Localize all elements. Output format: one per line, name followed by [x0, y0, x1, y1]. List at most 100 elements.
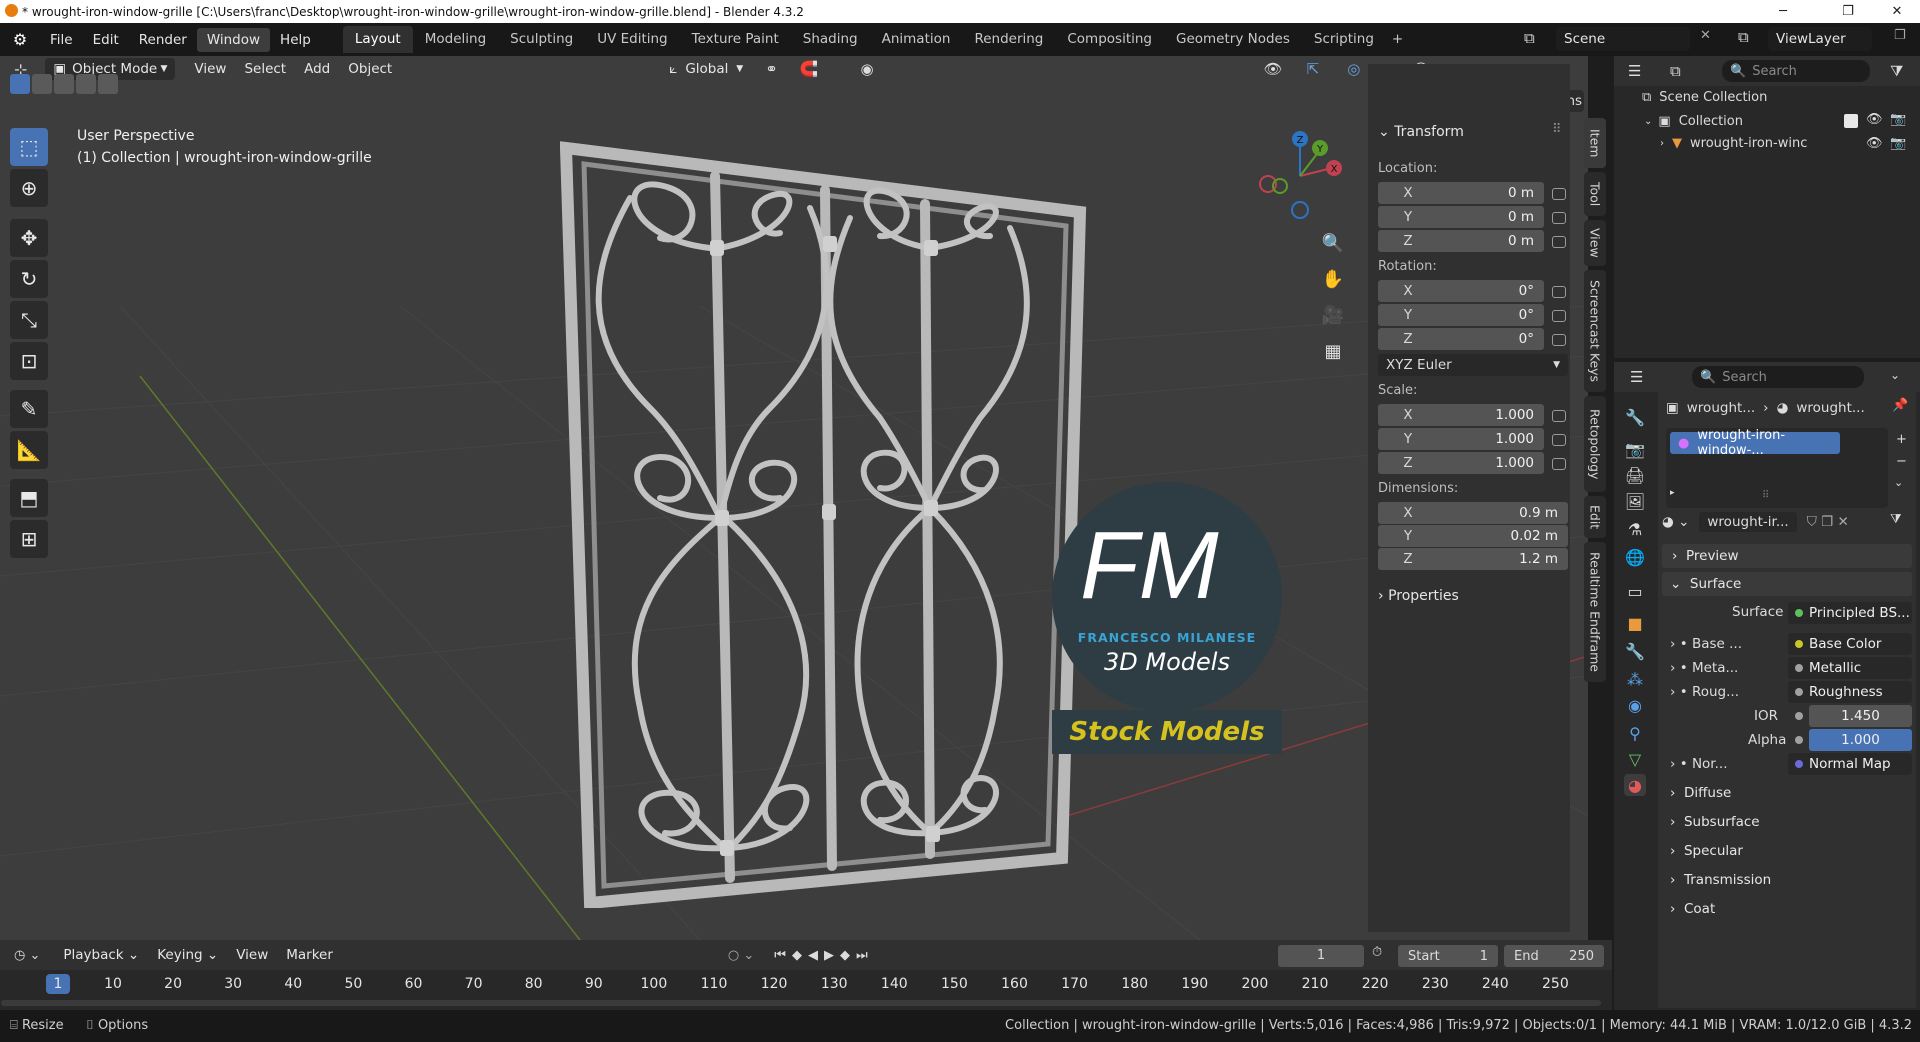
alpha-field[interactable]: 1.000 [1788, 729, 1912, 751]
roughness-row-label[interactable]: › • Roug... [1670, 684, 1739, 700]
timeline-scrollbar[interactable] [1, 1000, 1601, 1006]
timeline-view-menu[interactable]: View [227, 947, 277, 963]
properties-editor-icon[interactable]: ☰ [1630, 368, 1643, 386]
surface-section[interactable]: ⌄ Surface [1662, 572, 1912, 596]
wrought-iron-grille-model[interactable] [560, 88, 1090, 908]
pan-hand-icon[interactable]: ✋ [1320, 262, 1346, 298]
scene-properties-icon[interactable]: ⚗ [1624, 518, 1646, 540]
collection-checkbox[interactable] [1844, 114, 1858, 128]
timeline-editor-icon[interactable]: ◷ ⌄ [14, 948, 40, 963]
material-slot-item[interactable]: ● wrought-iron-window-... [1670, 428, 1840, 458]
scene-selector[interactable]: Scene [1556, 27, 1690, 51]
current-frame-field[interactable]: 1 [1278, 945, 1364, 967]
jump-end-icon[interactable]: ⏭ [856, 948, 868, 963]
tab-uv-editing[interactable]: UV Editing [585, 26, 679, 53]
scale-tool-icon[interactable]: ⤡ [10, 301, 48, 339]
menu-window[interactable]: Window [196, 27, 271, 52]
collection-render-icon[interactable]: 📷 [1890, 112, 1906, 127]
menu-file[interactable]: File [40, 28, 83, 52]
measure-tool-icon[interactable]: 📐 [10, 431, 48, 469]
display-mode-icon[interactable]: ⧉ [1670, 62, 1681, 80]
blender-icon[interactable]: ⚙ [0, 30, 40, 49]
material-link-icon[interactable]: ⧩ [1890, 512, 1902, 527]
metallic-field[interactable]: Metallic [1788, 657, 1912, 679]
zoom-icon[interactable]: 🔍 [1320, 226, 1346, 262]
dimensions-z-field[interactable]: Z 1.2 m [1378, 548, 1568, 570]
tab-edit[interactable]: Edit [1584, 496, 1606, 538]
ortho-grid-icon[interactable]: ▦ [1320, 334, 1346, 370]
tab-layout[interactable]: Layout [342, 26, 413, 53]
location-y-field[interactable]: Y0 m [1378, 206, 1544, 228]
world-properties-icon[interactable]: 🌐 [1624, 546, 1646, 568]
rotation-x-field[interactable]: X 0° [1378, 280, 1544, 302]
3d-viewport[interactable]: FM FRANCESCO MILANESE 3D Models Stock Mo… [0, 56, 1588, 940]
properties-panel-header[interactable]: › Properties [1378, 588, 1459, 604]
tab-item[interactable]: Item [1584, 118, 1606, 168]
scene-collection-row[interactable]: ⧉ Scene Collection [1642, 90, 1767, 105]
tab-retopology[interactable]: Retopology [1584, 396, 1606, 492]
dimensions-y-field[interactable]: Y 0.02 m [1378, 525, 1568, 547]
constraints-properties-icon[interactable]: ⚲ [1624, 722, 1646, 744]
close-button[interactable]: ✕ [1874, 0, 1920, 23]
lock-icon[interactable] [1552, 458, 1566, 470]
render-properties-icon[interactable]: 📷 [1624, 438, 1646, 460]
normal-map-field[interactable]: Normal Map [1788, 753, 1912, 775]
list-resize-handle-icon[interactable]: ⠿ [1762, 490, 1769, 501]
diffuse-section[interactable]: › Diffuse [1670, 785, 1731, 801]
add-slot-icon[interactable]: + [1896, 432, 1907, 447]
object-row[interactable]: › ▼ wrought-iron-winc [1660, 136, 1807, 151]
tab-scripting[interactable]: Scripting [1302, 26, 1386, 53]
coat-section[interactable]: › Coat [1670, 901, 1715, 917]
tab-geometry-nodes[interactable]: Geometry Nodes [1164, 26, 1302, 53]
viewport-menu-object[interactable]: Object [339, 61, 401, 77]
rotate-tool-icon[interactable]: ↻ [10, 260, 48, 298]
tab-view[interactable]: View [1584, 220, 1606, 266]
tab-sculpting[interactable]: Sculpting [498, 26, 585, 53]
collection-row[interactable]: ⌄ ▣ Collection [1644, 114, 1743, 129]
viewport-menu-select[interactable]: Select [235, 61, 295, 77]
menu-edit[interactable]: Edit [83, 28, 129, 52]
scene-close-icon[interactable]: ✕ [1700, 28, 1711, 43]
location-z-field[interactable]: Z0 m [1378, 230, 1544, 252]
overlay-toggle-icon[interactable]: ◎ [1347, 60, 1360, 78]
physics-properties-icon[interactable]: ◉ [1624, 694, 1646, 716]
subsurface-section[interactable]: › Subsurface [1670, 814, 1760, 830]
minimize-button[interactable]: ─ [1760, 0, 1806, 23]
tab-tool[interactable]: Tool [1584, 172, 1606, 216]
auto-key-icon[interactable]: ○ ⌄ [728, 948, 754, 963]
lock-icon[interactable] [1552, 188, 1566, 200]
transmission-section[interactable]: › Transmission [1670, 872, 1771, 888]
collection-properties-icon[interactable]: ▭ [1624, 580, 1646, 602]
scale-z-field[interactable]: Z 1.000 [1378, 452, 1544, 474]
add-object-tool-icon[interactable]: ⊞ [10, 520, 48, 558]
rotation-y-field[interactable]: Y 0° [1378, 304, 1544, 326]
viewlayer-selector[interactable]: ViewLayer [1768, 27, 1872, 51]
jump-start-icon[interactable]: ⏮ [774, 948, 786, 963]
material-selector[interactable]: ◕ ⌄ wrought-ir... ⛉ ❐ ✕ [1662, 512, 1849, 532]
tab-shading[interactable]: Shading [791, 26, 870, 53]
output-properties-icon[interactable]: 🖨 [1624, 464, 1646, 486]
collection-visibility-icon[interactable]: 👁 [1866, 112, 1883, 127]
camera-view-icon[interactable]: 🎥 [1320, 298, 1346, 334]
add-workspace-button[interactable]: + [1386, 26, 1409, 53]
tab-compositing[interactable]: Compositing [1055, 26, 1164, 53]
select-intersect-icon[interactable] [98, 74, 118, 94]
scale-y-field[interactable]: Y 1.000 [1378, 428, 1544, 450]
play-reverse-icon[interactable]: ◀ [808, 948, 818, 963]
play-icon[interactable]: ▶ [824, 948, 834, 963]
object-render-icon[interactable]: 📷 [1890, 136, 1906, 151]
rotation-mode-dropdown[interactable]: XYZ Euler ▼ [1378, 354, 1568, 376]
tab-animation[interactable]: Animation [870, 26, 963, 53]
select-subtract-icon[interactable] [54, 74, 74, 94]
lock-icon[interactable] [1552, 410, 1566, 422]
transform-panel-header[interactable]: ⌄ Transform [1378, 124, 1464, 140]
gizmo-toggle-icon[interactable]: ⇱ [1307, 60, 1320, 78]
metallic-row-label[interactable]: › • Meta... [1670, 660, 1738, 676]
transform-tool-icon[interactable]: ⊡ [10, 342, 48, 380]
move-tool-icon[interactable]: ✥ [10, 219, 48, 257]
base-color-row-label[interactable]: › • Base ... [1670, 636, 1742, 652]
preview-section[interactable]: › Preview [1662, 544, 1912, 568]
marker-menu[interactable]: Marker [277, 947, 342, 963]
keying-menu[interactable]: Keying ⌄ [148, 947, 227, 963]
material-properties-icon[interactable]: ◕ [1624, 774, 1646, 796]
